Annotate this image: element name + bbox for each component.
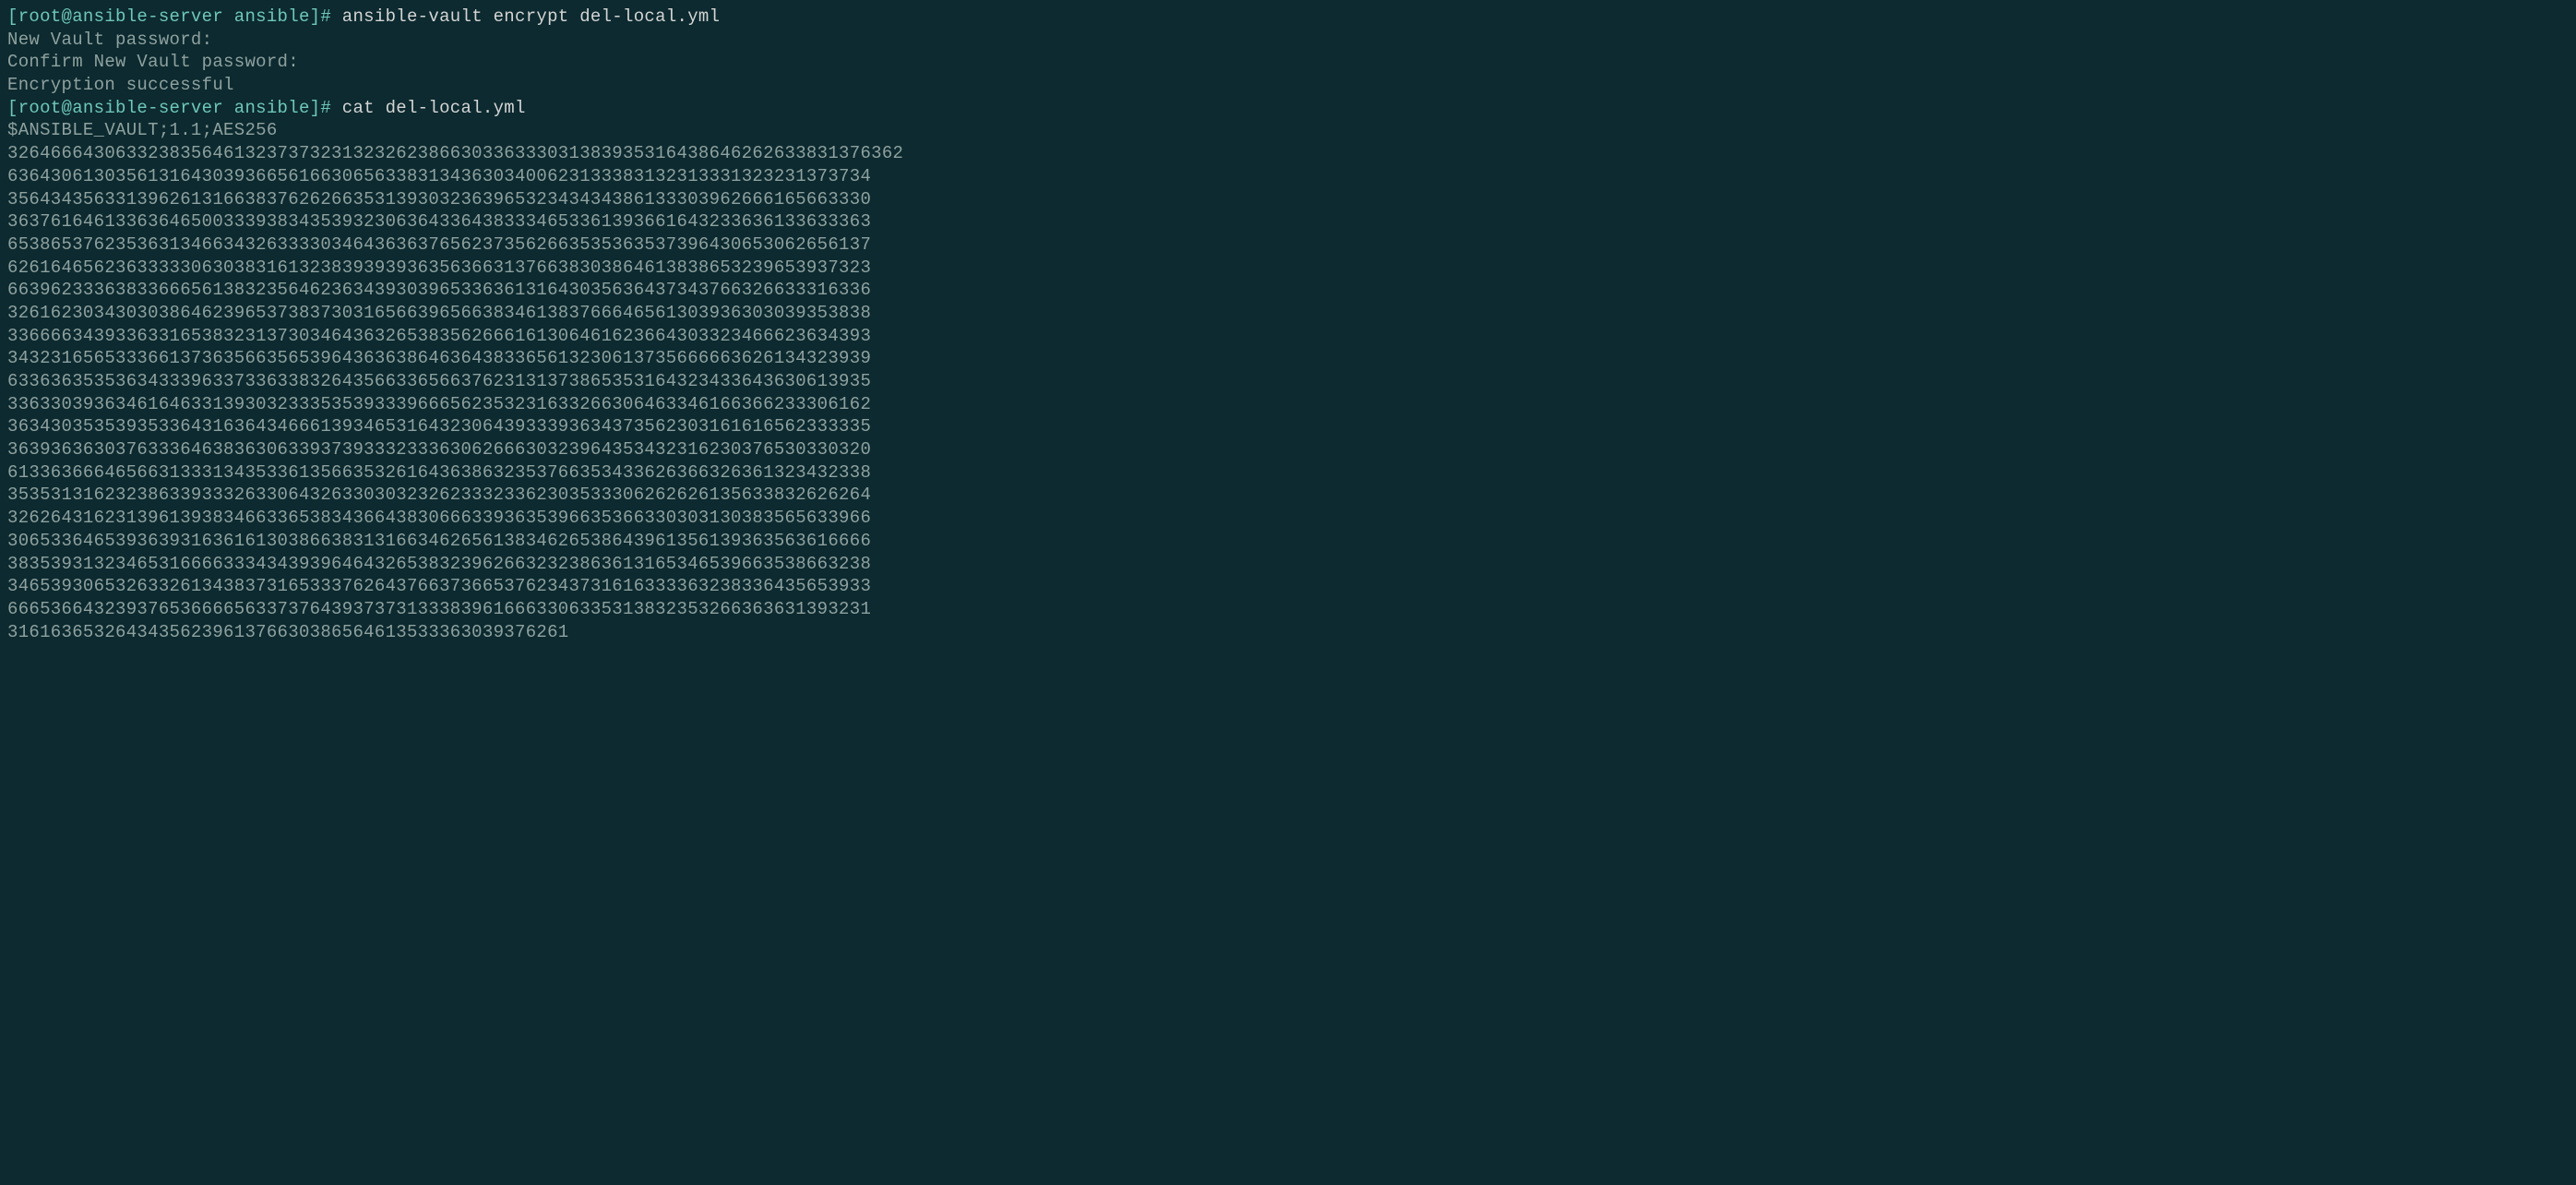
- output-text: $ANSIBLE_VAULT;1.1;AES256: [7, 120, 278, 140]
- output-text: 3535313162323863393332633064326330303232…: [7, 485, 871, 505]
- shell-prompt: [root@ansible-server ansible]#: [7, 98, 342, 118]
- terminal-line: 6639623336383366656138323564623634393039…: [7, 279, 2569, 302]
- terminal-line: Confirm New Vault password:: [7, 51, 2569, 74]
- output-text: 3264666430633238356461323737323132326238…: [7, 143, 903, 163]
- terminal-line: 3432316565333661373635663565396436363864…: [7, 347, 2569, 370]
- output-text: 3634303535393533643163643466613934653164…: [7, 416, 871, 437]
- terminal-line: 3366663439336331653832313730346436326538…: [7, 325, 2569, 348]
- terminal-line: 6364306130356131643039366561663065633831…: [7, 165, 2569, 188]
- output-text: 3161636532643435623961376630386564613533…: [7, 622, 569, 642]
- output-text: 3637616461336364650033393834353932306364…: [7, 211, 871, 232]
- terminal-line: 3639363630376333646383630633937393332333…: [7, 438, 2569, 461]
- command-text: ansible-vault encrypt del-local.yml: [342, 6, 721, 27]
- terminal-line: 3564343563313962613166383762626635313930…: [7, 188, 2569, 211]
- output-text: 6665366432393765366665633737643937373133…: [7, 599, 871, 619]
- output-text: 6538653762353631346634326333303464363637…: [7, 234, 871, 255]
- output-text: 3432316565333661373635663565396436363864…: [7, 348, 871, 368]
- output-text: New Vault password:: [7, 30, 212, 50]
- terminal-line: 6665366432393765366665633737643937373133…: [7, 598, 2569, 621]
- terminal-line: 3264666430633238356461323737323132326238…: [7, 142, 2569, 165]
- terminal-line: Encryption successful: [7, 74, 2569, 97]
- terminal-line: 3262643162313961393834663365383436643830…: [7, 507, 2569, 530]
- output-text: 3366663439336331653832313730346436326538…: [7, 326, 871, 346]
- terminal-line: 3634303535393533643163643466613934653164…: [7, 415, 2569, 438]
- terminal-line: [root@ansible-server ansible]# cat del-l…: [7, 97, 2569, 120]
- output-text: 6133636664656631333134353361356635326164…: [7, 462, 871, 483]
- terminal-line: 6336363535363433396337336338326435663365…: [7, 370, 2569, 393]
- terminal-line: $ANSIBLE_VAULT;1.1;AES256: [7, 119, 2569, 142]
- terminal-line: 3363303936346164633139303233353539333966…: [7, 393, 2569, 416]
- terminal-line: 3465393065326332613438373165333762643766…: [7, 575, 2569, 598]
- terminal-line: [root@ansible-server ansible]# ansible-v…: [7, 6, 2569, 29]
- command-text: cat del-local.yml: [342, 98, 526, 118]
- shell-prompt: [root@ansible-server ansible]#: [7, 6, 342, 27]
- terminal-line: 3637616461336364650033393834353932306364…: [7, 210, 2569, 233]
- terminal-line: 6133636664656631333134353361356635326164…: [7, 461, 2569, 485]
- output-text: 3564343563313962613166383762626635313930…: [7, 189, 871, 209]
- output-text: 3261623034303038646239653738373031656639…: [7, 303, 871, 323]
- output-text: Confirm New Vault password:: [7, 52, 299, 72]
- terminal-line: 3065336465393639316361613038663831316634…: [7, 530, 2569, 553]
- terminal-line: 3835393132346531666633343439396464326538…: [7, 553, 2569, 576]
- terminal-line: 6261646562363333306303831613238393939363…: [7, 257, 2569, 280]
- output-text: Encryption successful: [7, 75, 234, 95]
- terminal-line: 6538653762353631346634326333303464363637…: [7, 233, 2569, 257]
- terminal-line: 3261623034303038646239653738373031656639…: [7, 302, 2569, 325]
- output-text: 3465393065326332613438373165333762643766…: [7, 576, 871, 596]
- output-text: 3065336465393639316361613038663831316634…: [7, 531, 871, 551]
- output-text: 6364306130356131643039366561663065633831…: [7, 166, 871, 186]
- output-text: 3363303936346164633139303233353539333966…: [7, 394, 871, 414]
- output-text: 3639363630376333646383630633937393332333…: [7, 439, 871, 460]
- output-text: 6639623336383366656138323564623634393039…: [7, 280, 871, 300]
- output-text: 6336363535363433396337336338326435663365…: [7, 371, 871, 391]
- terminal-line: 3535313162323863393332633064326330303232…: [7, 484, 2569, 507]
- terminal-line: New Vault password:: [7, 29, 2569, 52]
- terminal-line: 3161636532643435623961376630386564613533…: [7, 621, 2569, 644]
- output-text: 6261646562363333306303831613238393939363…: [7, 257, 871, 278]
- terminal-window[interactable]: [root@ansible-server ansible]# ansible-v…: [7, 6, 2569, 643]
- output-text: 3835393132346531666633343439396464326538…: [7, 554, 871, 574]
- output-text: 3262643162313961393834663365383436643830…: [7, 508, 871, 528]
